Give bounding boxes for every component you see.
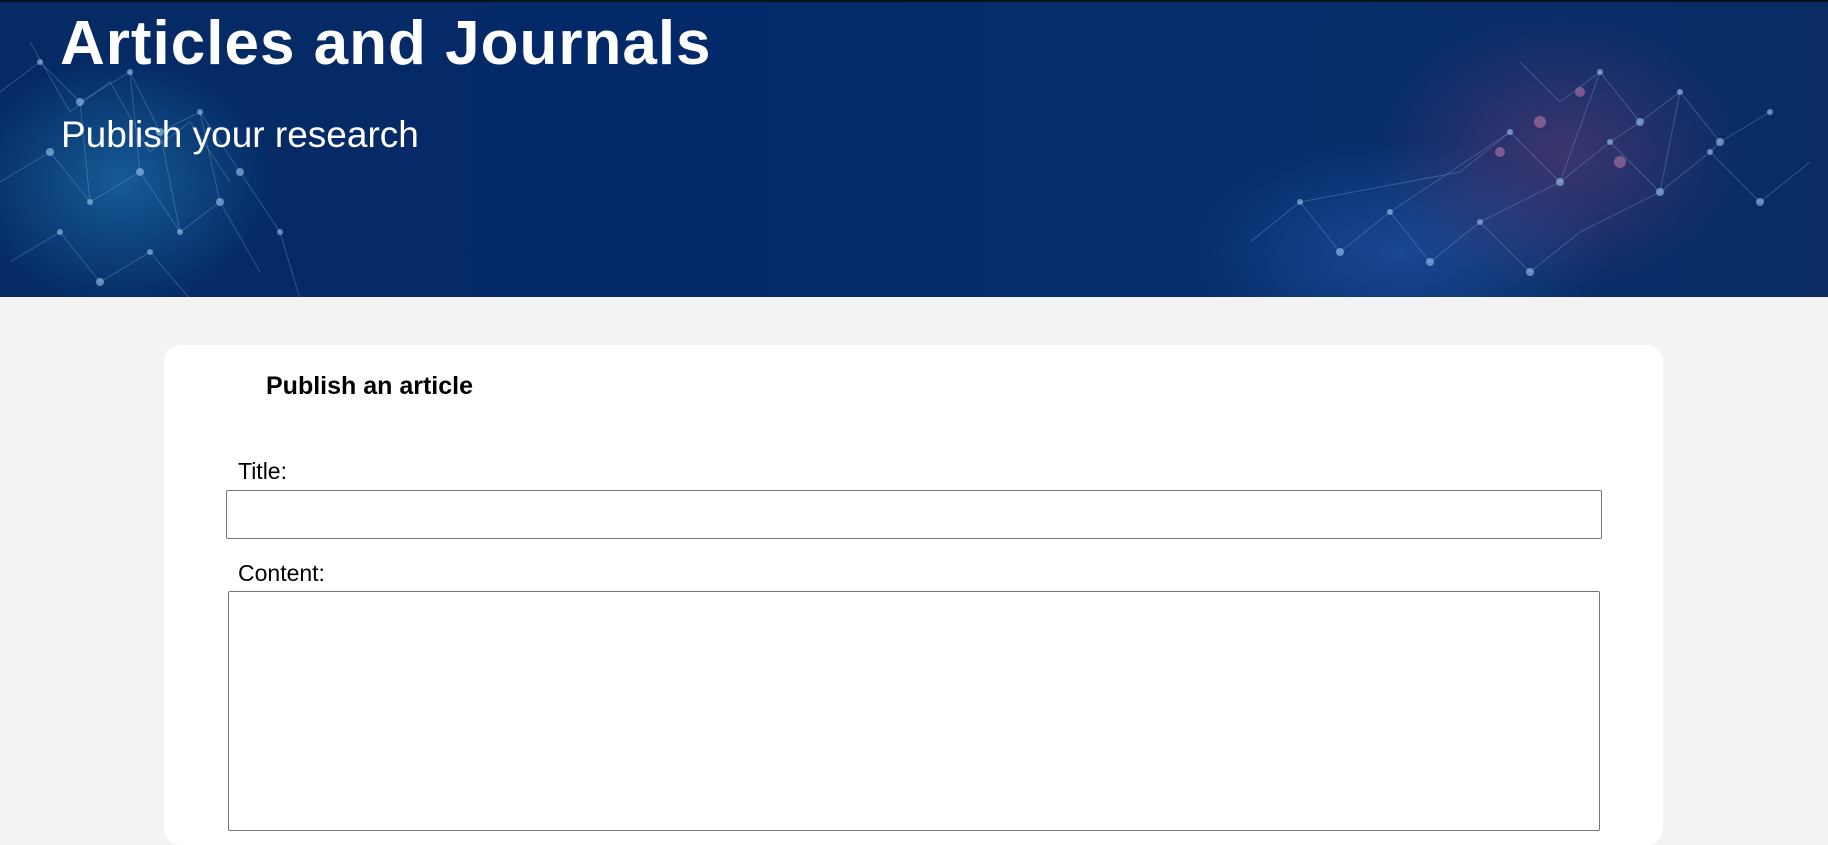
form-heading: Publish an article bbox=[266, 372, 474, 400]
page-title: Articles and Journals bbox=[60, 9, 712, 78]
content-textarea[interactable] bbox=[228, 591, 1600, 831]
publish-article-form: Publish an article Title: Content: bbox=[164, 345, 1663, 845]
content-label: Content: bbox=[238, 560, 325, 586]
title-label: Title: bbox=[238, 458, 287, 484]
header-banner: Articles and Journals Publish your resea… bbox=[0, 0, 1828, 297]
page-subtitle: Publish your research bbox=[61, 114, 419, 155]
title-input[interactable] bbox=[226, 490, 1602, 539]
